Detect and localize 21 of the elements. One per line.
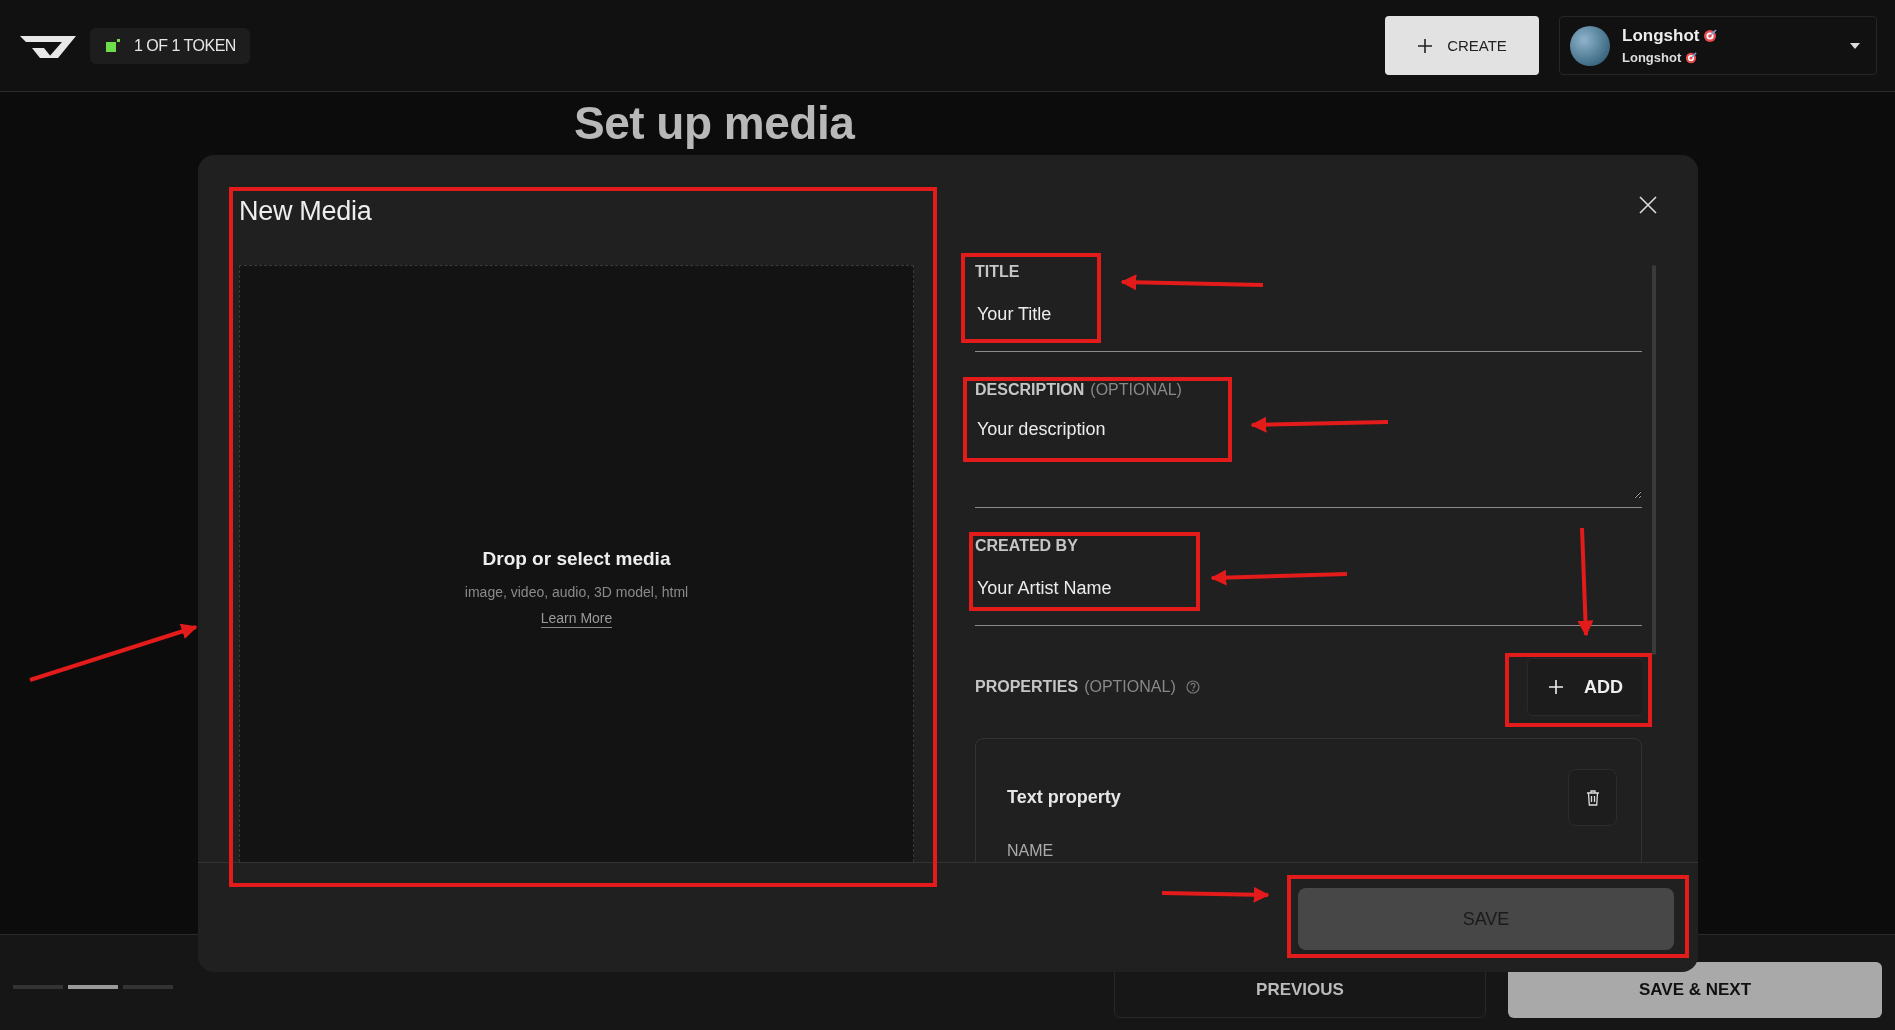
text-field[interactable]: Your Artist Name xyxy=(975,575,1642,601)
create-button[interactable]: CREATE xyxy=(1385,16,1539,75)
modal-title: New Media xyxy=(239,196,373,228)
property-title: Text property xyxy=(1007,787,1121,808)
dropzone-heading: Drop or select media xyxy=(482,548,671,570)
profile-name: Longshot xyxy=(1622,26,1700,46)
profile-handle: Longshot xyxy=(1622,50,1682,65)
field-label: NAME xyxy=(1007,842,1055,860)
add-button[interactable]: ADD xyxy=(1527,658,1642,716)
field-label: TITLE xyxy=(975,263,1021,281)
properties-label: PROPERTIES (OPTIONAL) xyxy=(975,678,1176,696)
field-label: DESCRIPTION (OPTIONAL) xyxy=(975,381,1183,399)
profile-menu[interactable]: Longshot Longshot xyxy=(1559,16,1877,75)
description-field[interactable]: Your description xyxy=(975,419,1642,499)
dropzone-formats: image, video, audio, 3D model, html xyxy=(464,584,689,600)
learn-more-link[interactable]: Learn More xyxy=(540,610,613,628)
text-field[interactable]: Your Title xyxy=(975,301,1642,327)
page-heading: Set up media xyxy=(574,98,856,148)
field-label: CREATED BY xyxy=(975,537,1079,555)
token-label: 1 OF 1 TOKEN xyxy=(134,36,236,55)
media-dropzone[interactable]: Drop or select media image, video, audio, 3D model, html Learn More xyxy=(239,265,914,862)
